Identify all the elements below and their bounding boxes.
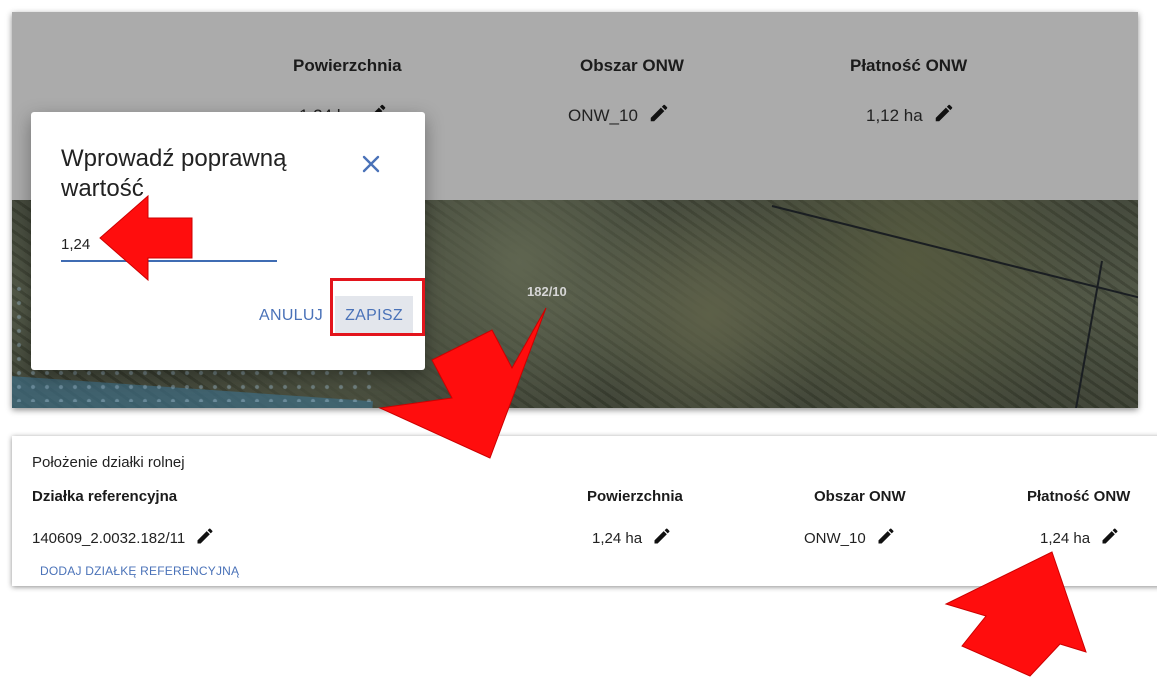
- pencil-icon[interactable]: [652, 526, 672, 550]
- save-button[interactable]: ZAPISZ: [335, 296, 413, 336]
- onw-zone-cell: ONW_10: [804, 526, 896, 550]
- panel-title: Położenie działki rolnej: [32, 454, 185, 471]
- header-onw-payment: Płatność ONW: [850, 56, 968, 75]
- value-onw-zone-cell: ONW_10: [568, 102, 670, 129]
- value-onw-payment-cell: 1,12 ha: [866, 102, 955, 129]
- header-onw-zone: Obszar ONW: [580, 56, 684, 75]
- parcel-location-panel: Położenie działki rolnej Działka referen…: [12, 436, 1157, 586]
- parcel-cell: 140609_2.0032.182/11: [32, 526, 215, 550]
- onw-zone-value: ONW_10: [804, 529, 866, 547]
- value-onw-payment: 1,12 ha: [866, 105, 923, 125]
- header-onw-payment: Płatność ONW: [1027, 488, 1131, 505]
- pencil-icon[interactable]: [933, 102, 955, 129]
- header-area: Powierzchnia: [587, 488, 683, 505]
- close-icon[interactable]: [359, 152, 383, 176]
- area-cell: 1,24 ha: [592, 526, 672, 550]
- header-area: Powierzchnia: [293, 56, 402, 75]
- pencil-icon[interactable]: [1100, 526, 1120, 550]
- cancel-button[interactable]: ANULUJ: [259, 296, 323, 336]
- map-parcel-label: 182/10: [527, 284, 567, 299]
- edit-value-dialog: Wprowadź poprawną wartość ANULUJ ZAPISZ: [31, 112, 425, 370]
- parcel-boundary-line: [771, 205, 1138, 299]
- header-onw-zone: Obszar ONW: [814, 488, 906, 505]
- dialog-title: Wprowadź poprawną wartość: [61, 145, 287, 202]
- value-onw-zone: ONW_10: [568, 105, 638, 125]
- value-input[interactable]: [61, 228, 277, 262]
- pencil-icon[interactable]: [195, 526, 215, 550]
- area-value: 1,24 ha: [592, 529, 643, 547]
- parcel-value: 140609_2.0032.182/11: [32, 529, 186, 547]
- onw-payment-cell: 1,24 ha: [1040, 526, 1120, 550]
- header-parcel: Działka referencyjna: [32, 488, 178, 505]
- add-reference-parcel-link[interactable]: DODAJ DZIAŁKĘ REFERENCYJNĄ: [40, 564, 239, 578]
- onw-payment-value: 1,24 ha: [1040, 529, 1091, 547]
- pencil-icon[interactable]: [876, 526, 896, 550]
- pencil-icon[interactable]: [648, 102, 670, 129]
